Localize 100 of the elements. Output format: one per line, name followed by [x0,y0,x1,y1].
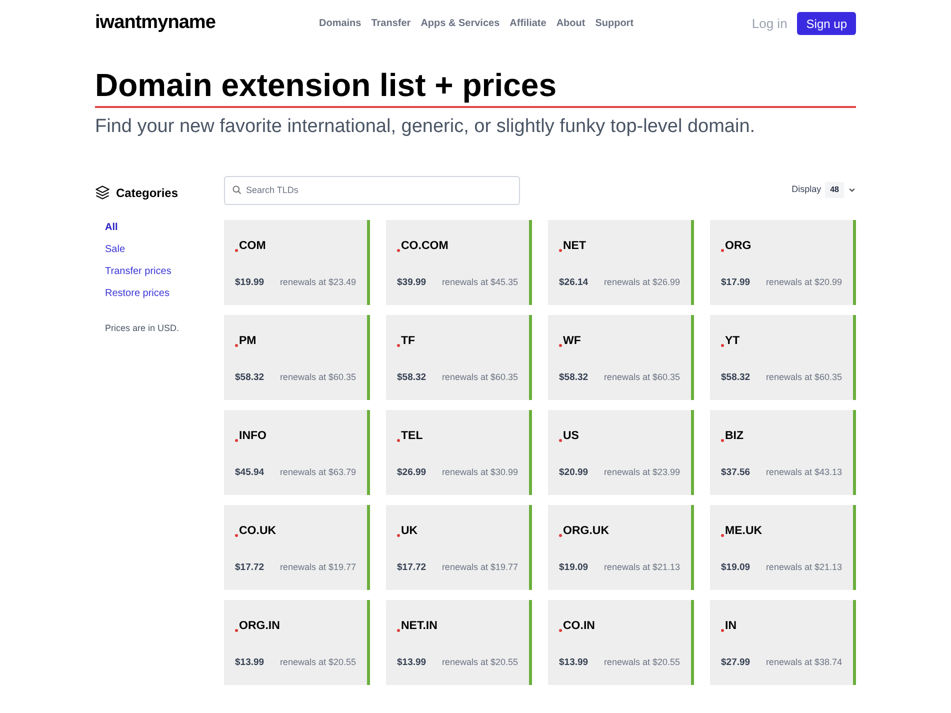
renewal-price: renewals at $60.35 [766,371,842,384]
domain-card[interactable]: CO.UK $17.72 renewals at $19.77 [224,504,370,590]
price: $26.99 [397,466,426,480]
tld-name: BIZ [725,428,744,444]
price: $17.72 [397,561,426,576]
renewal-price: renewals at $43.13 [766,466,842,480]
domain-card[interactable]: YT $58.32 renewals at $60.35 [710,314,856,400]
search-icon [232,184,242,194]
price: $58.32 [559,371,588,386]
domain-card[interactable]: TF $58.32 renewals at $60.35 [386,314,532,400]
tld-name: NET [563,238,586,254]
category-link[interactable]: Restore prices [105,286,170,300]
tld-name: COM [239,238,266,254]
logo[interactable]: iwantmyname [95,9,295,38]
price: $13.99 [397,656,426,670]
domain-card[interactable]: ORG.UK $19.09 renewals at $21.13 [548,504,694,590]
price: $13.99 [235,656,264,670]
domain-card[interactable]: BIZ $37.56 renewals at $43.13 [710,410,856,494]
price: $26.14 [559,276,588,290]
display-label: Display [792,183,822,196]
tld-name: ME.UK [725,524,762,538]
domain-card[interactable]: WF $58.32 renewals at $60.35 [548,314,694,400]
tld-name: CO.UK [239,524,276,538]
price: $39.99 [397,276,426,290]
price: $20.99 [559,466,588,480]
tld-name: TEL [401,428,423,444]
category-link[interactable]: Transfer prices [105,264,172,278]
tld-name: WF [563,334,581,348]
tld-name: ORG.IN [239,618,280,634]
nav-link[interactable]: Affiliate [510,16,546,31]
categories-heading: Categories [116,184,178,202]
renewal-price: renewals at $60.35 [604,371,680,384]
tld-name: TF [401,334,416,348]
renewal-price: renewals at $63.79 [280,466,356,480]
renewal-price: renewals at $60.35 [442,371,518,384]
domain-card[interactable]: ME.UK $19.09 renewals at $21.13 [710,504,856,590]
price: $17.72 [235,561,264,576]
price: $19.09 [721,561,750,576]
renewal-price: renewals at $23.99 [604,466,680,480]
domain-card[interactable]: NET.IN $13.99 renewals at $20.55 [386,600,532,684]
domain-card[interactable]: UK $17.72 renewals at $19.77 [386,504,532,590]
price: $19.09 [559,561,588,576]
domain-card[interactable]: COM $19.99 renewals at $23.49 [224,220,370,304]
search-field[interactable]: Search TLDs [224,176,520,204]
tld-name: CO.IN [563,618,595,634]
tld-name: INFO [239,428,266,444]
price: $19.99 [235,276,264,290]
category-link[interactable]: All [105,220,118,234]
nav-link[interactable]: Support [595,16,634,31]
renewal-price: renewals at $38.74 [766,656,842,670]
renewal-price: renewals at $19.77 [442,561,518,574]
nav-link[interactable]: Apps & Services [420,16,500,31]
tld-name: NET.IN [401,618,438,634]
renewal-price: renewals at $21.13 [766,561,842,574]
tld-name: YT [725,334,740,348]
price: $58.32 [235,371,264,386]
renewal-price: renewals at $20.55 [442,656,518,670]
nav-link[interactable]: Transfer [371,16,411,31]
nav-link[interactable]: Domains [319,16,362,31]
renewal-price: renewals at $21.13 [604,561,680,574]
category-link[interactable]: Sale [105,242,126,256]
chevron-down-icon[interactable] [848,186,856,194]
signup-button[interactable]: Sign up [797,12,856,35]
domain-card[interactable]: NET $26.14 renewals at $26.99 [548,220,694,304]
tld-name: ORG.UK [563,524,609,538]
price: $58.32 [721,371,750,386]
renewal-price: renewals at $20.55 [280,656,356,670]
price: $45.94 [235,466,264,480]
nav-link[interactable]: About [556,16,586,31]
domain-card[interactable]: ORG $17.99 renewals at $20.99 [710,220,856,304]
domain-card[interactable]: PM $58.32 renewals at $60.35 [224,314,370,400]
renewal-price: renewals at $23.49 [280,276,356,290]
price: $37.56 [721,466,750,480]
price: $13.99 [559,656,588,670]
price: $17.99 [721,276,750,290]
renewal-price: renewals at $60.35 [280,371,356,384]
display-count-select[interactable]: 48 [825,182,844,198]
domain-card[interactable]: INFO $45.94 renewals at $63.79 [224,410,370,494]
renewal-price: renewals at $45.35 [442,276,518,290]
tld-name: PM [239,334,256,348]
domain-card[interactable]: CO.IN $13.99 renewals at $20.55 [548,600,694,684]
domain-card[interactable]: CO.COM $39.99 renewals at $45.35 [386,220,532,304]
page-title: Domain extension list + prices [95,66,558,105]
layers-icon [95,185,110,200]
domain-card[interactable]: IN $27.99 renewals at $38.74 [710,600,856,684]
domain-card[interactable]: TEL $26.99 renewals at $30.99 [386,410,532,494]
renewal-price: renewals at $20.99 [766,276,842,290]
renewal-price: renewals at $30.99 [442,466,518,480]
price: $27.99 [721,656,750,670]
tld-name: IN [725,618,736,634]
renewal-price: renewals at $26.99 [604,276,680,290]
domain-card[interactable]: US $20.99 renewals at $23.99 [548,410,694,494]
renewal-price: renewals at $19.77 [280,561,356,574]
domain-card[interactable]: ORG.IN $13.99 renewals at $20.55 [224,600,370,684]
tld-name: CO.COM [401,238,448,254]
currency-note: Prices are in USD. [104,322,180,334]
renewal-price: renewals at $20.55 [604,656,680,670]
page-subtitle: Find your new favorite international, generic, or slightly funky top-level domain. [95,115,756,139]
tld-name: ORG [725,238,752,254]
tld-name: UK [401,524,418,538]
